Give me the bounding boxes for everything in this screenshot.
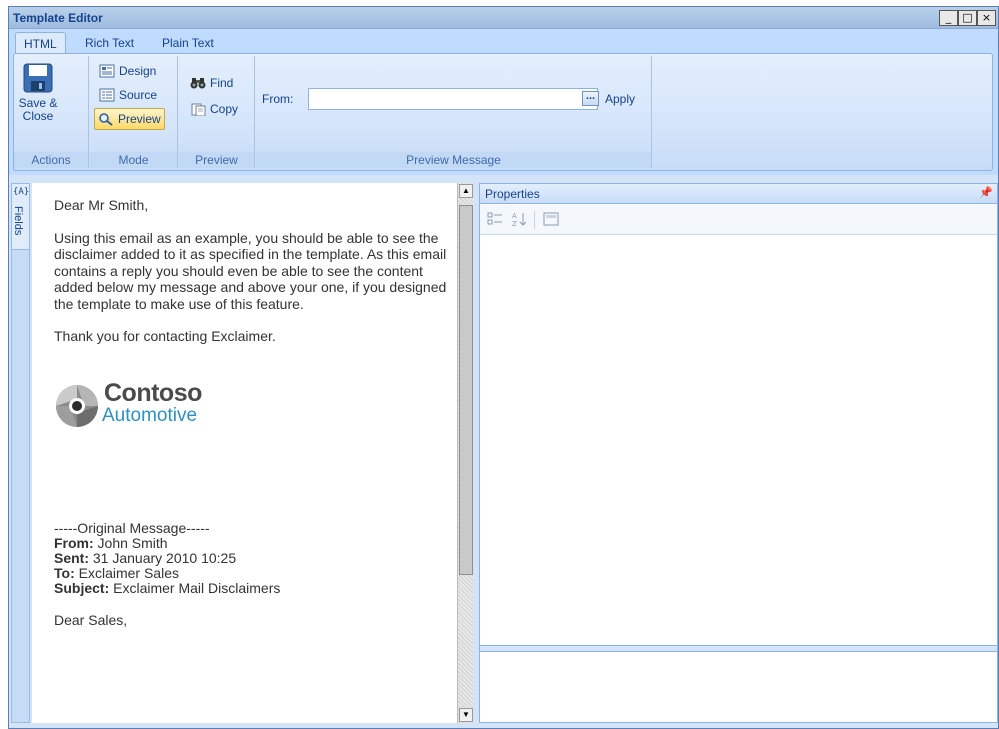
- from-field[interactable]: [308, 88, 598, 110]
- alphabetical-sort-icon[interactable]: AZ: [510, 211, 528, 229]
- browse-button[interactable]: ...: [582, 91, 599, 106]
- properties-title: Properties: [485, 187, 540, 201]
- property-description: [480, 652, 997, 722]
- tab-rich-text[interactable]: Rich Text: [77, 32, 142, 54]
- pin-icon[interactable]: 📌: [979, 186, 993, 199]
- close-button[interactable]: ×: [977, 10, 996, 26]
- fields-label: Fields: [12, 206, 24, 236]
- original-from: From: John Smith: [54, 534, 454, 551]
- group-preview: Find Copy Preview: [179, 56, 255, 168]
- group-label-mode: Mode: [90, 152, 177, 168]
- source-view-icon: [99, 88, 115, 102]
- group-label-preview: Preview: [179, 152, 254, 168]
- scroll-down-arrow-icon[interactable]: ▼: [459, 708, 473, 722]
- copy-button[interactable]: Copy: [187, 98, 241, 120]
- window-title: Template Editor: [13, 11, 103, 25]
- design-button[interactable]: Design: [96, 60, 159, 82]
- side-strip: {A} Fields: [11, 183, 30, 723]
- title-bar: Template Editor _ □ ×: [9, 7, 998, 29]
- property-grid[interactable]: [480, 236, 997, 646]
- original-subject: Subject: Exclaimer Mail Disclaimers: [54, 581, 454, 596]
- body-paragraph: Using this email as an example, you shou…: [54, 229, 447, 312]
- source-button[interactable]: Source: [96, 84, 160, 106]
- original-sent: Sent: 31 January 2010 10:25: [54, 549, 454, 566]
- format-tabs: HTML Rich Text Plain Text: [9, 30, 998, 54]
- original-sent-value: 31 January 2010 10:25: [89, 549, 237, 566]
- original-to: To: Exclaimer Sales: [54, 566, 454, 581]
- preview-label: Preview: [118, 112, 161, 126]
- toolbar-separator: [534, 211, 535, 229]
- properties-toolbar: AZ: [480, 205, 997, 235]
- fields-icon: {A}: [13, 187, 30, 197]
- closing: Dear Sales,: [54, 611, 128, 628]
- original-to-label: To:: [54, 565, 75, 582]
- original-to-value: Exclaimer Sales: [74, 565, 179, 582]
- scroll-thumb[interactable]: [459, 205, 473, 575]
- greeting: Dear Mr Smith,: [54, 197, 149, 213]
- save-close-button[interactable]: Save & Close: [16, 62, 60, 123]
- original-subject-label: Subject:: [54, 580, 110, 597]
- floppy-disk-icon: [23, 63, 53, 93]
- original-from-label: From:: [54, 534, 94, 551]
- contoso-logo: Contoso Automotive: [54, 378, 454, 443]
- save-close-label: Save & Close: [18, 96, 58, 123]
- svg-text:Z: Z: [512, 220, 517, 227]
- ribbon: Save & Close Actions Design Source Previ…: [13, 53, 993, 171]
- tab-html[interactable]: HTML: [15, 32, 66, 54]
- template-editor-window: Template Editor _ □ × HTML Rich Text Pla…: [8, 6, 999, 729]
- find-label: Find: [210, 76, 234, 90]
- group-label-preview-message: Preview Message: [256, 152, 651, 168]
- find-button[interactable]: Find: [187, 72, 236, 94]
- original-message: -----Original Message----- From: John Sm…: [54, 519, 454, 628]
- copy-icon: [191, 103, 206, 116]
- source-label: Source: [119, 88, 158, 102]
- design-label: Design: [119, 64, 157, 78]
- from-label: From:: [262, 92, 294, 106]
- scroll-up-arrow-icon[interactable]: ▲: [459, 184, 473, 198]
- magnifier-icon: [99, 113, 113, 126]
- group-label-actions: Actions: [14, 152, 88, 168]
- original-header: -----Original Message-----: [54, 519, 210, 536]
- fields-tab[interactable]: {A} Fields: [12, 184, 29, 250]
- property-pages-icon[interactable]: [542, 211, 560, 229]
- maximize-button[interactable]: □: [958, 10, 977, 26]
- thanks-paragraph: Thank you for contacting Exclaimer.: [54, 328, 276, 344]
- logo-line-2: Automotive: [102, 404, 198, 426]
- email-body: Dear Mr Smith, Using this email as an ex…: [54, 197, 454, 628]
- tab-plain-text[interactable]: Plain Text: [154, 32, 222, 54]
- properties-header: Properties 📌: [480, 184, 997, 204]
- properties-panel: Properties 📌 AZ: [479, 183, 998, 723]
- original-from-value: John Smith: [93, 534, 168, 551]
- group-mode: Design Source Preview Mode: [90, 56, 178, 168]
- editor-scrollbar[interactable]: ▲ ▼: [457, 183, 473, 723]
- logo-line-1: Contoso: [104, 378, 202, 407]
- content-area: {A} Fields Dear Mr Smith, Using this ema…: [9, 175, 998, 728]
- minimize-button[interactable]: _: [939, 10, 958, 26]
- original-sent-label: Sent:: [54, 549, 89, 566]
- window-controls: _ □ ×: [939, 10, 996, 26]
- apply-button[interactable]: Apply: [605, 92, 635, 106]
- aperture-logo-icon: [56, 384, 98, 427]
- svg-text:A: A: [512, 212, 517, 220]
- copy-label: Copy: [210, 102, 239, 116]
- group-actions: Save & Close Actions: [14, 56, 89, 168]
- design-view-icon: [99, 64, 115, 78]
- categorized-icon[interactable]: [486, 211, 504, 229]
- group-preview-message: From: ... Apply Preview Message: [256, 56, 652, 168]
- binoculars-icon: [190, 78, 206, 89]
- original-subject-value: Exclaimer Mail Disclaimers: [109, 580, 281, 597]
- preview-editor[interactable]: Dear Mr Smith, Using this email as an ex…: [32, 183, 457, 723]
- preview-button[interactable]: Preview: [94, 108, 165, 130]
